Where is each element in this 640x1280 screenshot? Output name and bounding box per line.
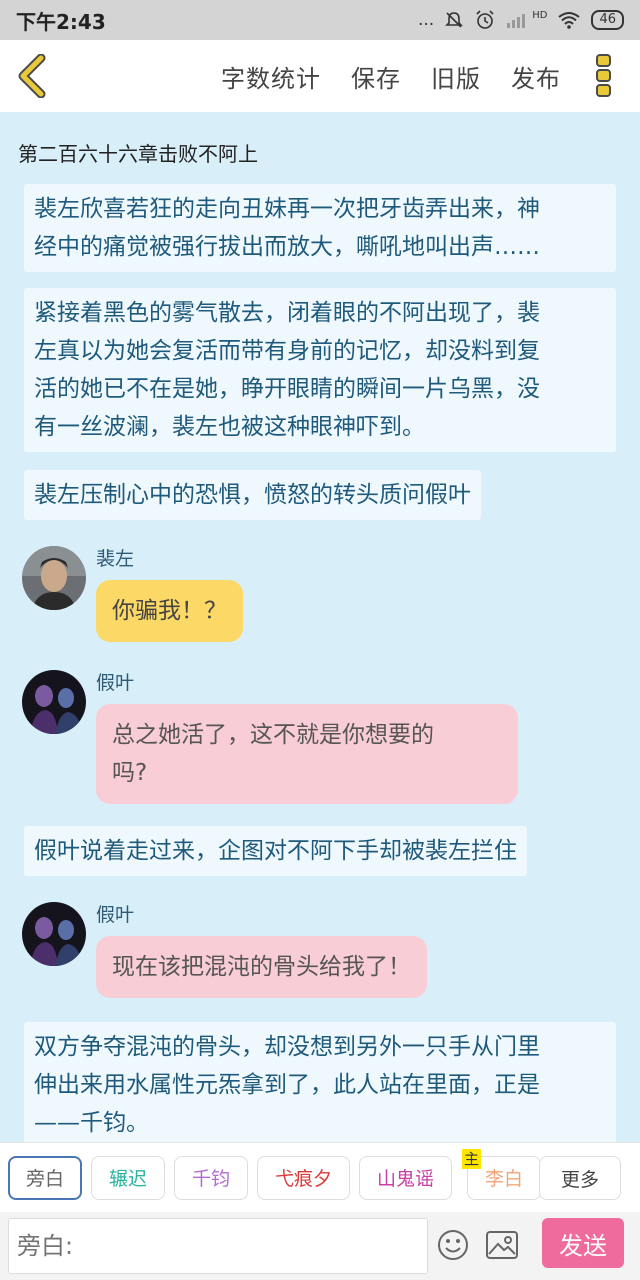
word-count-button[interactable]: 字数统计 <box>206 59 336 94</box>
save-button[interactable]: 保存 <box>336 59 416 94</box>
dialog-bubble[interactable]: 总之她活了，这不就是你想要的 吗? <box>96 704 518 804</box>
narration-block[interactable]: 双方争夺混沌的骨头，却没想到另外一只手从门里 伸出来用水属性元炁拿到了，此人站在… <box>24 1022 616 1142</box>
speaker-name: 假叶 <box>96 672 135 694</box>
status-time: 下午2:43 <box>16 9 106 34</box>
character-button[interactable]: 辗迟 <box>91 1155 165 1200</box>
narration-line: 伸出来用水属性元炁拿到了，此人站在里面，正是 <box>34 1072 540 1098</box>
mute-icon <box>445 12 464 28</box>
chapter-title: 第二百六十六章击败不阿上 <box>18 142 258 166</box>
person-avatar-icon <box>22 670 86 734</box>
smiley-icon[interactable] <box>436 1228 470 1262</box>
person-avatar-icon <box>22 902 86 966</box>
alarm-icon <box>476 10 494 29</box>
character-label: 辗迟 <box>108 1168 147 1190</box>
avatar[interactable] <box>22 546 86 610</box>
dialog-line: 总之她活了，这不就是你想要的 <box>112 722 434 748</box>
narration-line: 紧接着黑色的雾气散去，闭着眼的不阿出现了，裴 <box>34 300 540 326</box>
notification-dots: ... <box>418 10 435 30</box>
publish-button[interactable]: 发布 <box>496 59 576 94</box>
wifi-icon <box>558 12 581 29</box>
narration-line: 活的她已不在是她，睁开眼睛的瞬间一片乌黑，没 <box>34 376 540 402</box>
dialog-line: 现在该把混沌的骨头给我了！ <box>112 954 411 980</box>
input-bar: 发送 <box>0 1212 640 1280</box>
story-content[interactable]: 第二百六十六章击败不阿上 裴左欣喜若狂的走向丑妹再一次把牙齿弄出来，神 经中的痛… <box>0 112 640 1142</box>
signal-icon <box>507 14 526 28</box>
character-label: 山鬼谣 <box>376 1168 434 1190</box>
vertical-dots-icon <box>596 54 611 97</box>
character-selector: 旁白 辗迟 千钧 弋痕夕 山鬼谣 主 李白 更多 <box>0 1142 640 1212</box>
avatar[interactable] <box>22 902 86 966</box>
person-avatar-icon <box>22 546 86 610</box>
character-label: 旁白 <box>25 1168 64 1190</box>
narration-line: 双方争夺混沌的骨头，却没想到另外一只手从门里 <box>34 1034 540 1060</box>
chevron-left-icon <box>18 54 46 98</box>
character-button[interactable]: 千钧 <box>174 1155 248 1200</box>
dialog-bubble[interactable]: 你骗我！？ <box>96 580 243 642</box>
send-label: 发送 <box>559 1231 607 1260</box>
more-characters-button[interactable]: 更多 <box>539 1156 621 1200</box>
narration-block[interactable]: 紧接着黑色的雾气散去，闭着眼的不阿出现了，裴 左真以为她会复活而带有身前的记忆，… <box>24 288 616 452</box>
status-bar: 下午2:43 ... HD 46 <box>0 0 640 40</box>
battery-indicator: 46 <box>591 10 624 30</box>
image-icon[interactable] <box>484 1228 520 1262</box>
back-button[interactable] <box>2 40 62 112</box>
narration-block[interactable]: 假叶说着走过来，企图对不阿下手却被裴左拦住 <box>24 826 527 876</box>
narration-block[interactable]: 裴左欣喜若狂的走向丑妹再一次把牙齿弄出来，神 经中的痛觉被强行拔出而放大，嘶吼地… <box>24 184 616 272</box>
more-menu-button[interactable] <box>576 40 632 112</box>
character-button-main[interactable]: 主 李白 <box>462 1148 541 1200</box>
send-button[interactable]: 发送 <box>542 1218 624 1268</box>
narration-block[interactable]: 裴左压制心中的恐惧，愤怒的转头质问假叶 <box>24 470 481 520</box>
dialog-line: 你骗我！？ <box>112 598 227 624</box>
message-input[interactable] <box>8 1218 428 1274</box>
speaker-name: 裴左 <box>96 548 135 570</box>
character-button-narrator[interactable]: 旁白 <box>8 1155 82 1200</box>
character-label: 千钧 <box>191 1168 230 1190</box>
status-icons: ... HD 46 <box>418 9 624 31</box>
narration-line: 左真以为她会复活而带有身前的记忆，却没料到复 <box>34 338 540 364</box>
character-label: 李白 <box>484 1168 523 1190</box>
toolbar-actions: 字数统计 保存 旧版 发布 <box>206 59 576 94</box>
old-version-button[interactable]: 旧版 <box>416 59 496 94</box>
narration-line: 假叶说着走过来，企图对不阿下手却被裴左拦住 <box>34 838 517 864</box>
narration-line: 裴左欣喜若狂的走向丑妹再一次把牙齿弄出来，神 <box>34 196 540 222</box>
main-character-badge: 主 <box>462 1148 482 1169</box>
dialog-bubble[interactable]: 现在该把混沌的骨头给我了！ <box>96 936 427 998</box>
network-label: HD <box>532 9 548 21</box>
narration-line: ——千钧。 <box>34 1110 149 1136</box>
more-characters-label: 更多 <box>560 1168 599 1191</box>
narration-line: 有一丝波澜，裴左也被这种眼神吓到。 <box>34 414 425 440</box>
character-button[interactable]: 山鬼谣 <box>359 1155 452 1200</box>
character-label: 弋痕夕 <box>274 1168 332 1190</box>
narration-line: 经中的痛觉被强行拔出而放大，嘶吼地叫出声…… <box>34 234 540 260</box>
editor-toolbar: 字数统计 保存 旧版 发布 <box>0 40 640 112</box>
dialog-line: 吗? <box>112 760 148 786</box>
avatar[interactable] <box>22 670 86 734</box>
narration-line: 裴左压制心中的恐惧，愤怒的转头质问假叶 <box>34 482 471 508</box>
speaker-name: 假叶 <box>96 904 135 926</box>
character-button[interactable]: 弋痕夕 <box>257 1155 350 1200</box>
